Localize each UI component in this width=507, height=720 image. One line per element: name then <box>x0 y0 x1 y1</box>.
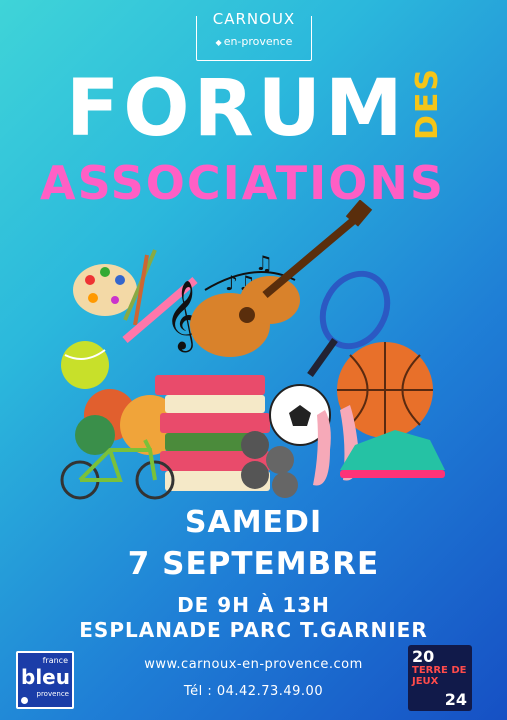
france-bleu-line3: provence <box>36 690 70 698</box>
title-forum: FORUM <box>66 64 407 154</box>
event-poster: CARNOUX en-provence FORUM DES ASSOCIATIO… <box>0 0 507 720</box>
event-time: DE 9H À 13H <box>177 593 330 617</box>
tdj-label: TERRE DE JEUX <box>412 665 467 687</box>
tennis-ball-icon <box>61 341 109 389</box>
activities-illustration: 𝄞 ♪♫ ♫ <box>60 200 445 500</box>
tdj-year-bottom: 24 <box>444 690 467 709</box>
france-bleu-logo: france bleu provence <box>16 651 74 709</box>
logo-name: CARNOUX <box>212 10 296 28</box>
tdj-year-top: 20 <box>412 647 435 666</box>
carnoux-logo: CARNOUX en-provence <box>196 10 312 62</box>
france-bleu-line1: france <box>42 656 68 665</box>
terre-de-jeux-logo: 20 TERRE DE JEUX 24 <box>408 645 472 711</box>
logo-subtitle: en-provence <box>196 35 312 48</box>
event-date: 7 SEPTEMBRE <box>127 546 380 582</box>
svg-text:♫: ♫ <box>255 251 273 275</box>
event-place: ESPLANADE PARC T.GARNIER <box>79 618 428 642</box>
title-des: DES <box>410 66 445 140</box>
event-day: SAMEDI <box>184 505 323 540</box>
palette-icon <box>73 264 137 316</box>
france-bleu-dot <box>21 697 28 704</box>
france-bleu-line2: bleu <box>21 665 70 689</box>
